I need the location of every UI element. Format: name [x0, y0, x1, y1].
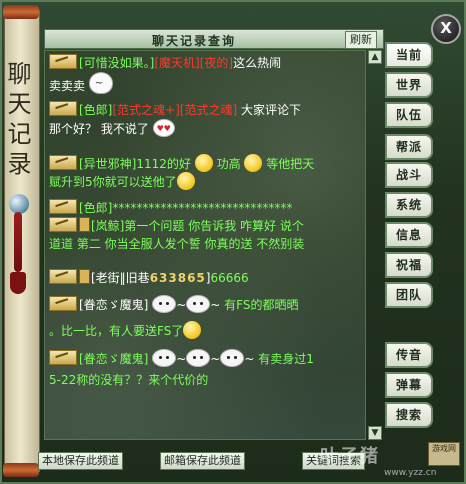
scroll-cap-bottom: [3, 463, 39, 477]
watermark-text: 叶子猪: [320, 446, 380, 467]
tab-search[interactable]: 搜索: [385, 402, 433, 428]
chat-message: [可惜没如果。][魔天机][夜的]这么热闹 卖卖卖: [49, 54, 364, 94]
tassel-icon: [14, 212, 22, 272]
blank-face-emoticon-icon: [186, 349, 211, 367]
player-id: 633865: [149, 271, 206, 285]
message-text: 66666: [210, 271, 249, 285]
message-text: 卖卖卖: [49, 79, 86, 93]
blank-face-emoticon-icon: [186, 295, 211, 313]
chat-message: [眷恋ゞ魔鬼] ~ ~ 有FS的都晒晒 。比一比，有人要送FS了: [49, 295, 364, 339]
scroll-down-icon[interactable]: ▼: [368, 426, 382, 440]
item-link[interactable]: [范式之魂+][范式之魂]: [112, 103, 237, 117]
decorative-scroll: 聊天记录: [3, 5, 40, 477]
sender-name[interactable]: [色郎]: [79, 103, 112, 117]
title-bar: 聊天记录查询 刷新: [44, 29, 384, 49]
sender-name[interactable]: [老街‖旧巷: [91, 271, 150, 285]
save-mail-button[interactable]: 邮箱保存此频道: [160, 452, 245, 470]
tassel-end-icon: [10, 272, 26, 294]
message-text: 大家评论下: [241, 103, 302, 117]
tab-world[interactable]: 世界: [385, 72, 433, 98]
heart-eyes-emoticon-icon: [152, 119, 175, 138]
blank-face-emoticon-icon: [152, 295, 177, 313]
mail-envelope-icon[interactable]: [49, 101, 77, 116]
chat-message: [老街‖旧巷633865]66666: [49, 269, 364, 287]
smile-emoticon-icon: [244, 154, 263, 172]
ghost-emoticon-icon: [88, 72, 113, 94]
mail-envelope-icon[interactable]: [49, 155, 77, 170]
chat-message: [岚鲸]第一个问题 你告诉我 咋算好 说个 道道 第二 你当全服人发个誓 你真的…: [49, 217, 364, 253]
tab-battle[interactable]: 战斗: [385, 162, 433, 188]
tab-danmaku[interactable]: 弹幕: [385, 372, 433, 398]
save-local-button[interactable]: 本地保存此频道: [38, 452, 123, 470]
chat-log: [可惜没如果。][魔天机][夜的]这么热闹 卖卖卖 [色郎][范式之魂+][范式…: [44, 50, 366, 440]
jade-orb-icon: [9, 194, 29, 214]
sender-name[interactable]: [眷恋ゞ魔鬼]: [79, 298, 148, 312]
message-text: 这么热闹: [233, 56, 282, 70]
scroll-title: 聊天记录: [3, 61, 31, 181]
tab-system[interactable]: 系统: [385, 192, 433, 218]
tab-current[interactable]: 当前: [385, 42, 433, 68]
sender-name[interactable]: [可惜没如果。]: [79, 56, 154, 70]
refresh-button[interactable]: 刷新: [345, 31, 377, 49]
window-title: 聊天记录查询: [151, 34, 236, 48]
smile-emoticon-icon: [183, 321, 202, 339]
scroll-cap-top: [3, 5, 39, 19]
tab-group[interactable]: 团队: [385, 282, 433, 308]
mail-envelope-icon[interactable]: [49, 54, 77, 69]
message-text: 5-22称的没有？？来个代价的: [49, 373, 209, 387]
sender-name[interactable]: [眷恋ゞ魔鬼]: [79, 352, 148, 366]
message-text: 第一个问题 你告诉我 咋算好 说个: [124, 219, 304, 233]
mail-envelope-icon[interactable]: [49, 199, 77, 214]
mail-envelope-icon[interactable]: [49, 296, 77, 311]
blank-face-emoticon-icon: [220, 349, 245, 367]
item-link[interactable]: [魔天机][夜的]: [154, 56, 233, 70]
watermark-url: www.yzz.cn: [384, 468, 437, 478]
message-text: 道道 第二 你当全服人发个誓 你真的送 不然别装: [49, 237, 305, 251]
smile-emoticon-icon: [194, 154, 213, 172]
tab-guild[interactable]: 帮派: [385, 134, 433, 160]
mail-envelope-icon[interactable]: [49, 350, 77, 365]
chat-message: [异世邪神]1112的好 功高 等他把天 赋升到5你就可以送他了: [49, 154, 364, 190]
vip-badge-icon: [79, 217, 90, 232]
tab-whisper[interactable]: 传音: [385, 342, 433, 368]
message-text: 1112的好: [136, 157, 191, 171]
message-text: 赋升到5你就可以送他了: [49, 175, 177, 189]
chat-message: [眷恋ゞ魔鬼] ~ ~ ~ 有卖身过1 5-22称的没有？？来个代价的: [49, 349, 364, 389]
scroll-up-icon[interactable]: ▲: [368, 50, 382, 64]
chat-message: [色郎][范式之魂+][范式之魂] 大家评论下 那个好？ 我不说了: [49, 101, 364, 138]
message-text: ******************************: [112, 201, 293, 215]
chat-message: [色郎]******************************: [49, 199, 364, 217]
smile-emoticon-icon: [176, 172, 195, 190]
message-text: 等他把天: [266, 157, 315, 171]
message-text: 功高: [216, 157, 241, 171]
sender-name[interactable]: [色郎]: [79, 201, 112, 215]
vip-badge-icon: [79, 269, 90, 284]
sender-name[interactable]: [岚鲸]: [91, 219, 124, 233]
chat-history-window: 聊天记录 聊天记录查询 刷新 X [可惜没如果。][魔天机][夜的]这么热闹 卖…: [0, 0, 466, 484]
sender-name[interactable]: [异世邪神]: [79, 157, 136, 171]
blank-face-emoticon-icon: [152, 349, 177, 367]
tab-team[interactable]: 队伍: [385, 102, 433, 128]
message-text: 有FS的都晒晒: [224, 298, 299, 312]
mail-envelope-icon[interactable]: [49, 217, 77, 232]
tab-info[interactable]: 信息: [385, 222, 433, 248]
watermark-logo: 游戏网: [428, 442, 460, 466]
close-icon[interactable]: X: [431, 14, 461, 44]
tab-blessing[interactable]: 祝福: [385, 252, 433, 278]
mail-envelope-icon[interactable]: [49, 269, 77, 284]
message-text: 那个好？ 我不说了: [49, 122, 149, 136]
message-text: 有卖身过1: [258, 352, 314, 366]
message-text: 。比一比，有人要送FS了: [49, 324, 184, 338]
